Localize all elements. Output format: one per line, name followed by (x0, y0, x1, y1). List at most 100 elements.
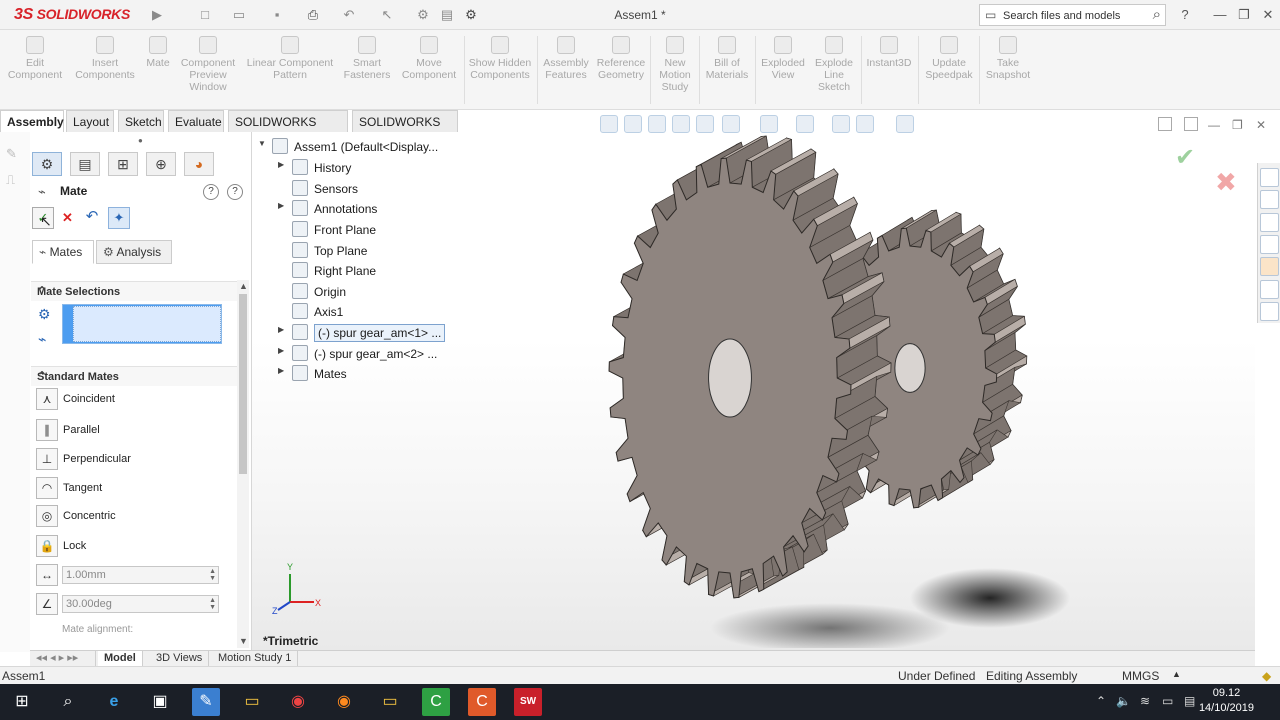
appearances-icon[interactable] (1260, 257, 1279, 276)
file-properties-icon[interactable]: ▤ (438, 6, 456, 24)
tree-item-annotations[interactable]: ▶ Annotations (278, 200, 398, 218)
tree-item-top-plane[interactable]: Top Plane (278, 242, 398, 260)
home-icon[interactable] (1260, 168, 1279, 187)
mate-selections-header[interactable]: Mate Selections ⌃ (31, 281, 237, 301)
tree-item-origin[interactable]: Origin (278, 283, 398, 301)
close-button[interactable]: ✕ (1258, 5, 1278, 25)
edit-component-button[interactable]: Edit Component (4, 36, 66, 106)
tree-item-sensors[interactable]: Sensors (278, 180, 398, 198)
component-preview-window-button[interactable]: Component Preview Window (176, 36, 240, 106)
units-dropdown-icon[interactable]: ▲ (1172, 669, 1181, 679)
angle-mate-toggle[interactable]: ∠ (36, 591, 60, 617)
mate-tangent[interactable]: ◠ Tangent (36, 475, 236, 501)
tab-motion-study[interactable]: Motion Study 1 (212, 651, 299, 667)
show-hidden-components-button[interactable]: Show Hidden Components (468, 36, 532, 106)
tree-item-history[interactable]: ▶ History (278, 159, 398, 177)
viewport-restore-button[interactable]: ❐ (1232, 118, 1243, 132)
angle-field[interactable]: 30.00deg ▲ ▼ (62, 595, 219, 613)
dimension-icon[interactable]: ⎍ (6, 172, 22, 188)
collapse-chevron-icon[interactable]: ⌃ (37, 369, 229, 383)
tab-sketch[interactable]: Sketch (118, 110, 164, 132)
mate-selection-box[interactable] (62, 304, 222, 344)
expand-icon[interactable]: ▼ (258, 139, 266, 148)
help-button[interactable]: ? (1175, 5, 1195, 25)
print-icon[interactable]: ⎙ (304, 6, 322, 24)
custom-properties-icon[interactable] (1260, 280, 1279, 299)
solidworks-logo[interactable]: 3S SOLIDWORKS (14, 6, 130, 24)
tab-model[interactable]: Model (98, 651, 143, 667)
insert-components-button[interactable]: Insert Components (70, 36, 140, 106)
tab-scroll-arrows[interactable]: ◂◂ ◂ ▸ ▸▸ (30, 651, 96, 667)
tree-item-right-plane[interactable]: Right Plane (278, 262, 398, 280)
bill-of-materials-button[interactable]: Bill of Materials (702, 36, 752, 106)
undo-button[interactable]: ↶ (82, 207, 102, 227)
tree-item-front-plane[interactable]: Front Plane (278, 221, 398, 239)
wifi-icon[interactable]: ≋ (1140, 694, 1150, 708)
property-scrollbar[interactable] (237, 280, 249, 648)
tab-mbd[interactable]: SOLIDWORKS MBD (352, 110, 458, 151)
tab-3d-views[interactable]: 3D Views (150, 651, 210, 667)
large-gear[interactable] (608, 135, 892, 599)
open-file-icon[interactable]: ▭ (230, 6, 248, 24)
expand-icon[interactable]: ▶ (278, 160, 284, 169)
distance-mate-toggle[interactable]: ↔ (36, 562, 60, 588)
tab-addins[interactable]: SOLIDWORKS Add-Ins (228, 110, 348, 151)
file-explorer-icon[interactable]: ▭ (238, 688, 266, 716)
tree-item-axis1[interactable]: Axis1 (278, 303, 398, 321)
assembly-features-button[interactable]: Assembly Features (540, 36, 592, 106)
tree-item-spur-gear-1[interactable]: ▶ (-) spur gear_am<1> ... (278, 324, 446, 342)
explode-line-sketch-button[interactable]: Explode Line Sketch (810, 36, 858, 106)
tree-item-spur-gear-2[interactable]: ▶ (-) spur gear_am<2> ... (278, 345, 438, 363)
gear-assembly-model[interactable] (580, 128, 1080, 648)
rebuild-status-icon[interactable]: ◆ (1262, 669, 1271, 683)
new-file-icon[interactable]: □ (196, 6, 214, 24)
view-palette-icon[interactable] (1260, 235, 1279, 254)
save-icon[interactable]: ▪ (268, 6, 286, 24)
undo-icon[interactable]: ↶ (340, 6, 358, 24)
confirm-ok-icon[interactable]: ✔ (1175, 143, 1195, 172)
search-box[interactable]: ▭ Search files and models ⌕ (979, 4, 1166, 26)
new-motion-study-button[interactable]: New Motion Study (653, 36, 697, 106)
tab-layout[interactable]: Layout (66, 110, 114, 132)
spin-arrows-icon[interactable]: ▲ ▼ (209, 597, 216, 611)
mate-concentric[interactable]: ◎ Concentric (36, 503, 236, 529)
tab-configuration-manager[interactable]: ⊞ (108, 152, 138, 176)
collapse-chevron-icon[interactable]: ⌃ (37, 284, 229, 298)
search-icon[interactable]: ⌕ (54, 688, 82, 716)
exploded-view-button[interactable]: Exploded View (758, 36, 808, 106)
spin-arrows-icon[interactable]: ▲ ▼ (209, 568, 216, 582)
tab-dimxpert[interactable]: ⊕ (146, 152, 176, 176)
folder-icon[interactable]: ▭ (376, 688, 404, 716)
status-units[interactable]: MMGS (1122, 669, 1159, 683)
pin-button[interactable]: ✦ (108, 207, 130, 229)
tab-property-manager[interactable]: ▤ (70, 152, 100, 176)
move-component-button[interactable]: Move Component (398, 36, 460, 106)
tab-display-manager[interactable]: ◕ (184, 152, 214, 176)
link-views-icon[interactable] (1184, 117, 1198, 131)
confirm-cancel-icon[interactable]: ✖ (1215, 167, 1237, 198)
tab-analysis[interactable]: ⚙ Analysis (96, 240, 172, 264)
tab-assembly[interactable]: Assembly (0, 110, 64, 132)
notifications-icon[interactable]: ▤ (1184, 694, 1195, 708)
rebuild-icon[interactable]: ⚙ (414, 6, 432, 24)
windows-start-icon[interactable]: ⊞ (8, 688, 36, 716)
file-explorer-icon[interactable] (1260, 213, 1279, 232)
mate-perpendicular[interactable]: ⊥ Perpendicular (36, 446, 236, 472)
select-icon[interactable]: ↖ (378, 6, 396, 24)
update-speedpak-button[interactable]: Update Speedpak (921, 36, 977, 106)
viewport-close-button[interactable]: ✕ (1256, 118, 1266, 132)
panel-splitter-dot[interactable]: ● (138, 136, 143, 145)
sketch-icon[interactable]: ✎ (6, 146, 22, 162)
forum-icon[interactable] (1260, 302, 1279, 321)
linear-component-pattern-button[interactable]: Linear Component Pattern (242, 36, 338, 106)
tree-root-assem1[interactable]: ▼ Assem1 (Default<Display... (258, 138, 478, 156)
instant3d-button[interactable]: Instant3D (864, 36, 914, 106)
split-view-icon[interactable] (1158, 117, 1172, 131)
restore-button[interactable]: ❐ (1234, 5, 1254, 25)
battery-icon[interactable]: ▭ (1162, 694, 1173, 708)
expand-icon[interactable]: ▶ (278, 325, 284, 334)
design-library-icon[interactable] (1260, 190, 1279, 209)
tree-item-mates[interactable]: ▶ Mates (278, 365, 398, 383)
options-gear-icon[interactable]: ⚙ (462, 6, 480, 24)
standard-mates-header[interactable]: Standard Mates ⌃ (31, 366, 237, 386)
